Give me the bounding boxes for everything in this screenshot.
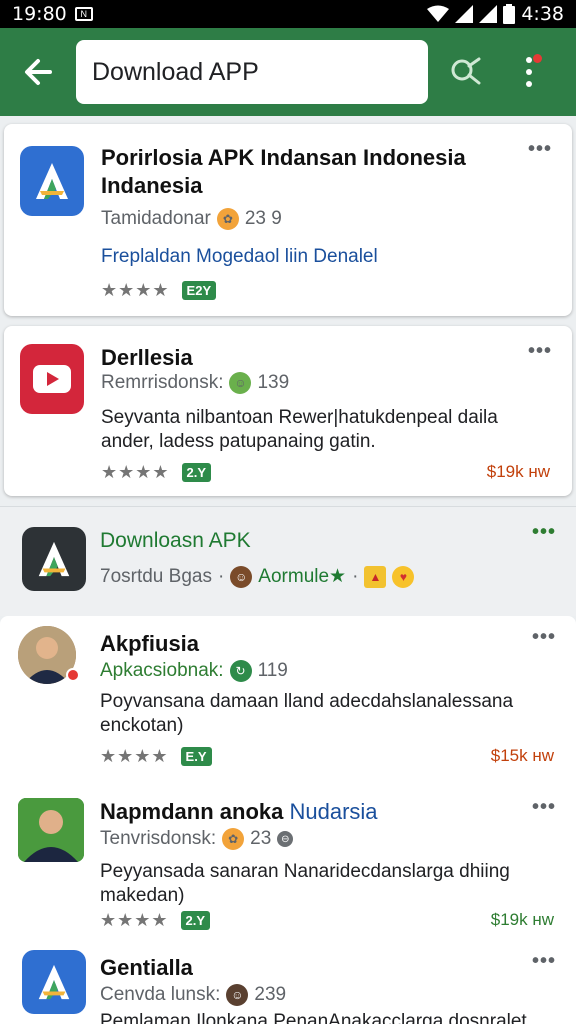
emoji-icon: ✿ [222, 828, 245, 850]
search-icon [451, 57, 481, 85]
emoji-icon: ☺ [229, 372, 252, 394]
battery-icon [503, 4, 516, 24]
result-card[interactable]: Gentialla ••• Cenvda lunsk: ☺ 239 Pemlam… [0, 946, 576, 1024]
more-options-icon[interactable]: ••• [532, 626, 556, 649]
review-count: 119 [257, 660, 288, 681]
developer-label: Remrrisdonsk: [101, 372, 224, 393]
clock: 19:80 [12, 3, 67, 25]
rating-row: ★★★★ 2.Y [101, 462, 212, 483]
app-bar: Download APP [0, 28, 576, 116]
online-status-badge [66, 668, 80, 682]
app-title[interactable]: Akpfiusia [100, 630, 199, 658]
emoji-icon: ✿ [216, 208, 239, 230]
overflow-menu-button[interactable] [504, 28, 554, 116]
more-options-icon[interactable]: ••• [528, 340, 552, 363]
developer-label: Tamidadonar [101, 208, 211, 229]
wifi-icon [427, 5, 450, 22]
menu-dot-icon [526, 81, 532, 87]
price-label: $19k нw [490, 910, 554, 929]
results-list: Porirlosia APK Indansan Indonesia Indane… [0, 116, 576, 1024]
battery-time: 4:38 [521, 3, 564, 25]
app-subtitle: Cenvda lunsk: ☺ 239 [100, 984, 286, 1006]
title-main: Napmdann anoka [100, 799, 284, 824]
android-studio-icon [22, 950, 86, 1014]
app-link[interactable]: Freplaldan Mogedaol liin Denalel [101, 246, 378, 268]
app-subtitle: Apkacsiobnak: ↻ 119 [100, 660, 288, 682]
signal-icon-2 [479, 5, 498, 23]
rating-tag: 2.Y [181, 463, 212, 482]
warning-icon: ▲ [364, 565, 387, 588]
review-count: 23 9 [244, 208, 282, 229]
rating-row: ★★★★ E.Y [100, 746, 212, 767]
avatar-icon: ☺ [230, 565, 253, 588]
refresh-icon: ↻ [229, 660, 252, 682]
result-card[interactable]: Akpfiusia ••• Apkacsiobnak: ↻ 119 Poyvan… [0, 616, 576, 786]
title-highlight: Nudarsia [289, 799, 378, 824]
search-text: Download APP [92, 57, 259, 86]
rating-row: ★★★★ E2Y [101, 280, 217, 301]
more-options-icon[interactable]: ••• [528, 138, 552, 161]
search-button[interactable] [428, 28, 504, 116]
review-count: 239 [254, 984, 287, 1005]
search-input[interactable]: Download APP [76, 40, 428, 104]
app-title[interactable]: Porirlosia APK Indansan Indonesia Indane… [101, 144, 501, 200]
developer-label: 7osrtdu Bgas [100, 565, 212, 587]
more-options-icon[interactable]: ••• [532, 950, 556, 973]
status-icons: 4:38 [427, 3, 564, 25]
developer-label: Cenvda lunsk: [100, 984, 221, 1005]
result-card[interactable]: Derllesia ••• Remrrisdonsk: ☺ 139 Seyvan… [4, 326, 572, 496]
app-subtitle: Tenvrisdonsk: ✿ 23 ⊖ [100, 828, 294, 850]
result-card[interactable]: Downloasn APK ••• 7osrtdu Bgas · ☺ Aormu… [0, 506, 576, 616]
app-title[interactable]: Napmdann anoka Nudarsia [100, 798, 378, 826]
app-subtitle: 7osrtdu Bgas · ☺ Aormule★ · ▲ ♥ [100, 565, 415, 588]
app-description: Peyyansada sanaran Nanaridecdanslarga dh… [100, 861, 510, 906]
app-description: Pemlaman Ilonkana PenanAnakacclarga dosn… [100, 1011, 527, 1024]
menu-dot-icon [526, 69, 532, 75]
review-count: 23 [250, 828, 272, 849]
back-button[interactable] [0, 28, 76, 116]
app-subtitle: Remrrisdonsk: ☺ 139 [101, 372, 289, 394]
rating-tag: E.Y [180, 747, 212, 766]
review-count: 139 [257, 372, 290, 393]
android-icon [22, 527, 86, 591]
more-options-icon[interactable]: ••• [532, 521, 556, 544]
rating-row: ★★★★ 2.Y [100, 910, 211, 931]
app-title[interactable]: Downloasn APK [100, 527, 251, 555]
result-card[interactable]: Porirlosia APK Indansan Indonesia Indane… [4, 124, 572, 316]
star-rating: ★★★★ [100, 910, 169, 930]
info-icon: ⊖ [277, 831, 294, 847]
heart-eyes-emoji-icon: ♥ [392, 565, 415, 588]
signal-icon [455, 5, 474, 23]
avatar-icon: ☺ [226, 984, 249, 1006]
back-arrow-icon [25, 59, 52, 85]
notification-badge [533, 54, 542, 63]
menu-dot-icon [526, 57, 532, 63]
more-options-icon[interactable]: ••• [532, 796, 556, 819]
rating-tag: E2Y [181, 281, 217, 300]
app-subtitle: Tamidadonar ✿ 23 9 [101, 208, 282, 230]
status-bar: 19:80 N 4:38 [0, 0, 576, 28]
android-studio-icon [20, 146, 84, 216]
developer-label: Apkacsiobnak: [100, 660, 224, 681]
app-title[interactable]: Gentialla [100, 954, 193, 982]
price-label: $19k нw [486, 462, 550, 481]
rating-tag: 2.Y [180, 911, 211, 930]
app-description: Poyvansana damaan lland adecdahslanaless… [100, 691, 514, 736]
result-card[interactable]: Napmdann anoka Nudarsia ••• Tenvrisdonsk… [0, 786, 576, 946]
app-title[interactable]: Derllesia [101, 344, 193, 372]
youtube-icon [20, 344, 84, 414]
author-name[interactable]: Aormule★ [258, 565, 346, 588]
app-description: Seyvanta nilbantoan Rewer|hatukdenpeal d… [101, 407, 498, 452]
avatar [18, 798, 84, 862]
star-rating: ★★★★ [101, 462, 170, 482]
star-rating: ★★★★ [100, 746, 169, 766]
developer-label: Tenvrisdonsk: [100, 828, 217, 849]
notification-icon: N [74, 7, 93, 21]
star-rating: ★★★★ [101, 280, 170, 300]
price-label: $15k нw [490, 746, 554, 765]
